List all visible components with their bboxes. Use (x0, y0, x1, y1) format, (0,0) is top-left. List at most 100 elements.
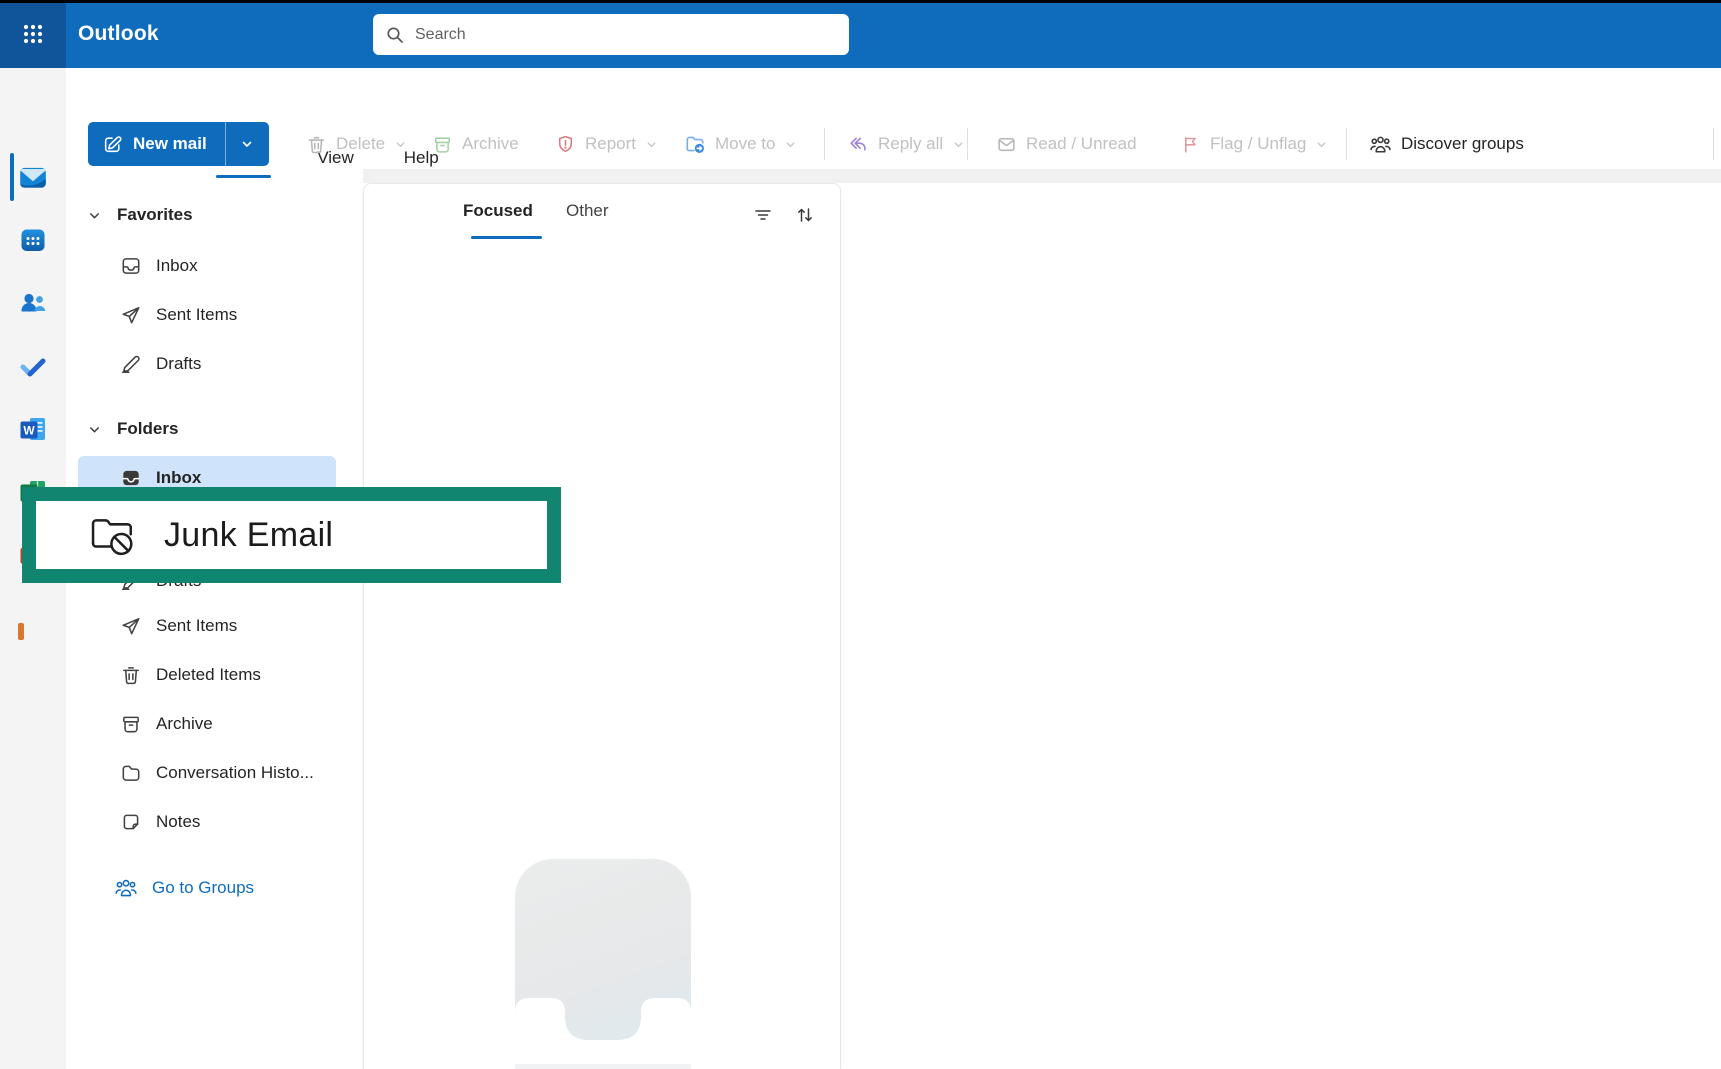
empty-state-illustration (515, 859, 691, 1069)
sidebar-item-label: Notes (156, 812, 200, 832)
calendar-icon (18, 225, 48, 255)
read-unread-button[interactable]: Read / Unread (988, 122, 1145, 166)
inbox-filled-icon (120, 467, 142, 489)
folder-move-icon (684, 133, 706, 155)
word-icon: W (18, 414, 48, 444)
folders-section-header[interactable]: Folders (88, 414, 178, 444)
outlook-mail-icon (17, 161, 49, 193)
svg-text:W: W (23, 424, 35, 438)
toolbar-divider (1713, 128, 1714, 160)
send-icon (120, 304, 142, 326)
focused-tab-underline (471, 236, 542, 239)
tab-focused[interactable]: Focused (463, 201, 533, 221)
toolbar-divider (1346, 128, 1347, 160)
send-icon (120, 615, 142, 637)
chevron-down-icon (88, 423, 101, 436)
junk-email-annotation[interactable]: Junk Email (22, 487, 561, 583)
todo-check-icon (18, 351, 48, 381)
compose-icon (102, 134, 123, 155)
read-unread-label: Read / Unread (1026, 134, 1137, 154)
sidebar-item-label: Inbox (156, 468, 201, 488)
archive-button[interactable]: Archive (424, 122, 527, 166)
sidebar-item-label: Conversation Histo... (156, 763, 314, 783)
people-app-icon (18, 288, 48, 318)
sidebar-item-label: Inbox (156, 256, 198, 276)
people-icon (114, 876, 138, 900)
app-title: Outlook (78, 0, 159, 68)
rail-item-people[interactable] (0, 279, 66, 327)
discover-groups-label: Discover groups (1401, 134, 1524, 154)
chevron-down-icon (88, 209, 101, 222)
message-list-pane: Focused Other (363, 183, 841, 1069)
command-toolbar: New mail Delete (0, 122, 1721, 167)
folder-pane: Favorites Inbox Sent Items (66, 183, 356, 1069)
go-to-groups-label: Go to Groups (152, 878, 254, 898)
note-icon (120, 811, 142, 833)
tab-other[interactable]: Other (566, 201, 609, 221)
people-icon (1369, 133, 1392, 156)
chevron-down-icon (645, 138, 658, 151)
rail-item-outlook[interactable] (0, 153, 66, 201)
rail-item-todo[interactable] (0, 342, 66, 390)
rail-item-word[interactable]: W (0, 405, 66, 453)
search-bar[interactable] (373, 14, 849, 55)
delete-button[interactable]: Delete (298, 122, 415, 166)
annotation-label: Junk Email (164, 516, 333, 555)
sidebar-item-notes[interactable]: Notes (78, 802, 336, 842)
window-top-edge (0, 0, 1721, 3)
outlook-window: Outlook (0, 0, 1721, 1069)
new-mail-dropdown-button[interactable] (225, 122, 269, 166)
archive-icon (432, 134, 453, 155)
report-button[interactable]: Report (547, 122, 666, 166)
archive-icon (120, 713, 142, 735)
chevron-down-icon (1315, 138, 1328, 151)
content-top-band (363, 169, 1721, 183)
move-to-button[interactable]: Move to (676, 122, 805, 166)
chevron-down-icon (394, 138, 407, 151)
sidebar-item-fav-drafts[interactable]: Drafts (78, 344, 336, 384)
flag-unflag-label: Flag / Unflag (1210, 134, 1306, 154)
flag-unflag-button[interactable]: Flag / Unflag (1172, 122, 1336, 166)
inbox-icon (120, 255, 142, 277)
sidebar-item-conversation-history[interactable]: Conversation Histo... (78, 753, 336, 793)
sidebar-item-fav-inbox[interactable]: Inbox (78, 246, 336, 286)
sidebar-item-label: Archive (156, 714, 213, 734)
chevron-down-icon (240, 137, 254, 151)
reply-all-button[interactable]: Reply all (839, 122, 973, 166)
delete-label: Delete (336, 134, 385, 154)
chevron-down-icon (952, 138, 965, 151)
sidebar-item-label: Drafts (156, 354, 201, 374)
sidebar-item-deleted-items[interactable]: Deleted Items (78, 655, 336, 695)
new-mail-button[interactable]: New mail (88, 122, 225, 166)
filter-icon[interactable] (752, 204, 774, 226)
sidebar-item-label: Deleted Items (156, 665, 261, 685)
new-mail-split-button: New mail (88, 122, 269, 166)
pencil-icon (120, 353, 142, 375)
rail-item-calendar[interactable] (0, 216, 66, 264)
sidebar-item-archive[interactable]: Archive (78, 704, 336, 744)
sidebar-item-label: Sent Items (156, 616, 237, 636)
new-mail-label: New mail (133, 134, 207, 154)
archive-label: Archive (462, 134, 519, 154)
mail-read-icon (996, 134, 1017, 155)
app-launcher-button[interactable] (0, 0, 66, 68)
search-icon (385, 25, 405, 45)
message-list-header: Focused Other (364, 184, 840, 242)
junk-folder-icon (88, 513, 140, 557)
sidebar-item-fav-sent[interactable]: Sent Items (78, 295, 336, 335)
waffle-icon (21, 22, 45, 46)
sidebar-item-sent-items[interactable]: Sent Items (78, 606, 336, 646)
sort-icon[interactable] (794, 204, 816, 226)
folders-label: Folders (117, 419, 178, 439)
trash-icon (120, 664, 142, 686)
report-label: Report (585, 134, 636, 154)
search-input[interactable] (415, 26, 837, 44)
shield-icon (555, 134, 576, 155)
favorites-section-header[interactable]: Favorites (88, 200, 193, 230)
discover-groups-button[interactable]: Discover groups (1361, 122, 1532, 166)
folder-icon (120, 762, 142, 784)
move-to-label: Move to (715, 134, 775, 154)
go-to-groups-link[interactable]: Go to Groups (78, 868, 336, 908)
trash-icon (306, 134, 327, 155)
toolbar-divider (967, 128, 968, 160)
